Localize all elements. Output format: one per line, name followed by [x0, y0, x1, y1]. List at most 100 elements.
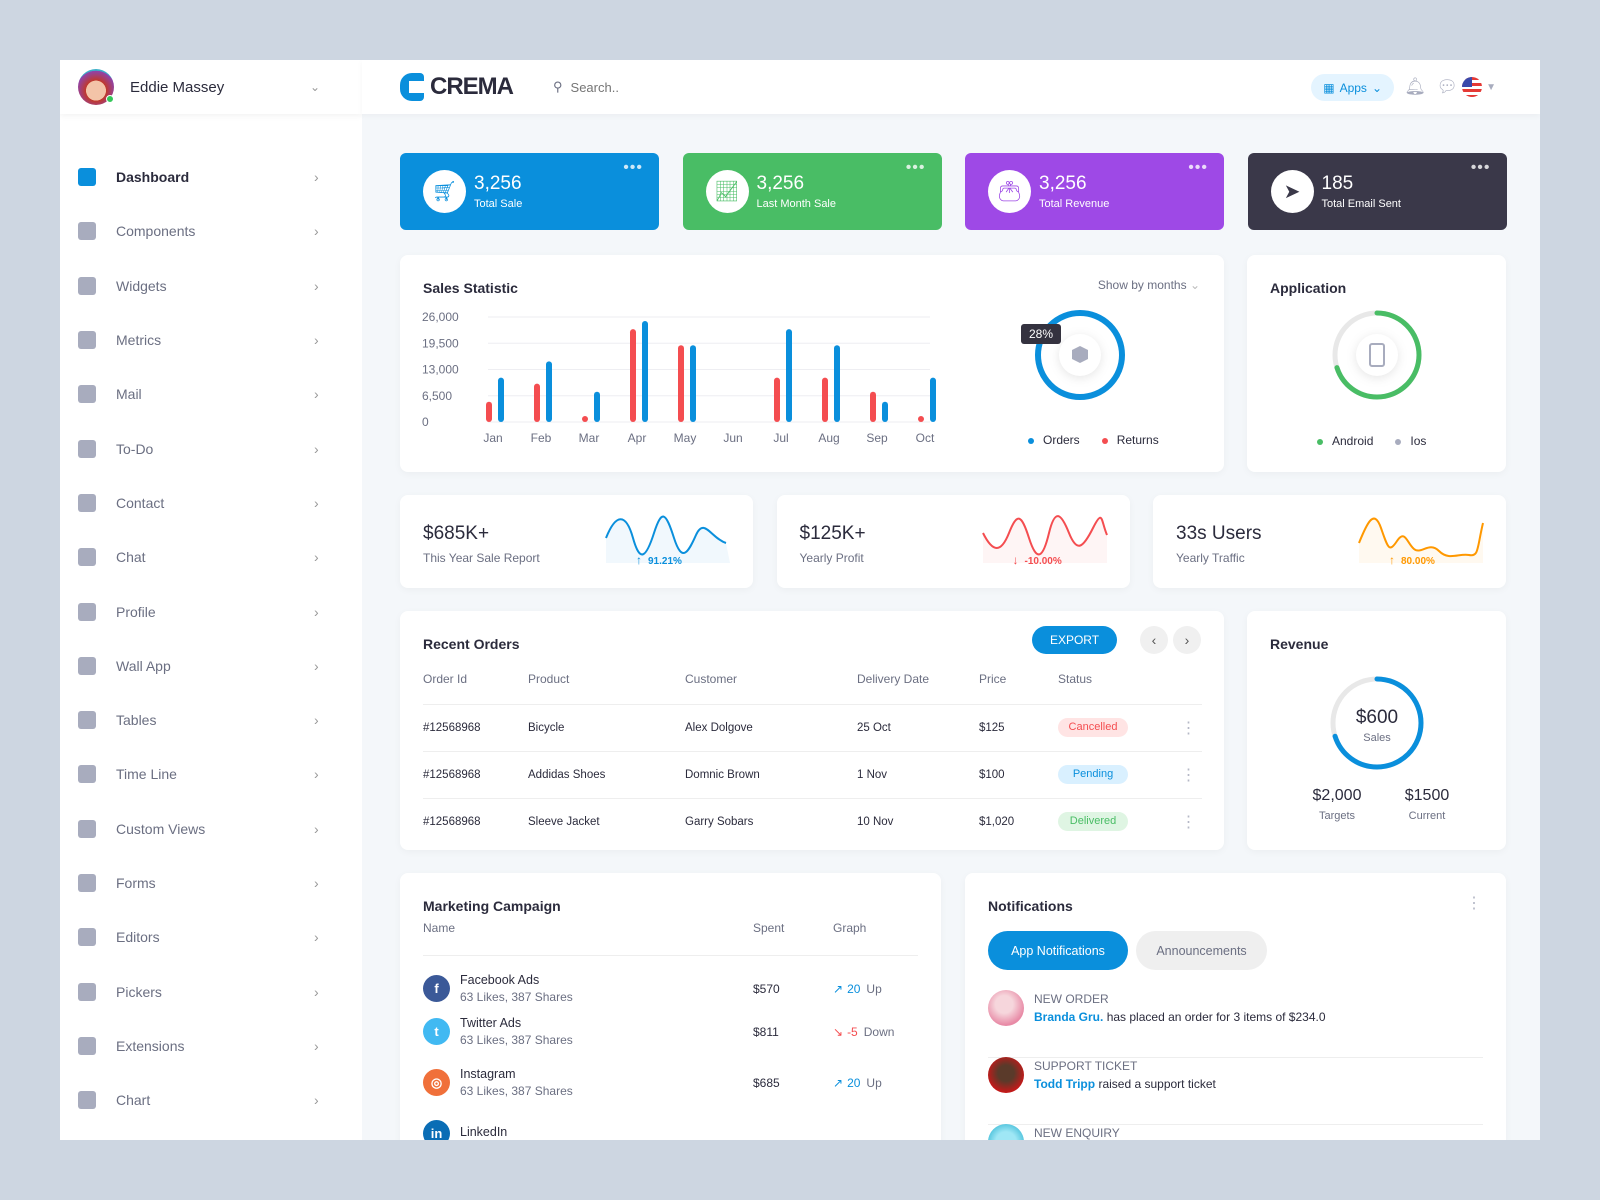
more-options-icon[interactable]: •••	[1471, 159, 1491, 177]
bar-returns-apr	[630, 329, 636, 422]
more-options-icon[interactable]: •••	[1188, 159, 1208, 177]
sidebar-item-dashboard[interactable]: Dashboard ›	[60, 150, 362, 204]
kpi-card[interactable]: 👛︎ 3,256 Total Revenue •••	[965, 153, 1224, 230]
notification-item[interactable]: NEW ORDER Branda Gru. has placed an order…	[988, 990, 1483, 1058]
sidebar-item-label: Forms	[116, 875, 156, 891]
sidebar-item-chat[interactable]: Chat ›	[60, 530, 362, 584]
sidebar-item-chart[interactable]: Chart ›	[60, 1073, 362, 1127]
campaign-cell: in LinkedIn	[423, 1108, 753, 1140]
wall-app-icon	[78, 656, 96, 675]
apps-button[interactable]: ▦ Apps ⌄	[1311, 74, 1394, 101]
sidebar-item-label: Metrics	[116, 332, 162, 349]
table-row[interactable]: #12568968 Bicycle Alex Dolgove 25 Oct $125 Ca…	[423, 704, 1202, 752]
trend-down-icon: ↘	[833, 1024, 844, 1039]
targets-value: $2,000	[1312, 787, 1362, 804]
sidebar-item-editors[interactable]: Editors ›	[60, 910, 362, 964]
legend-returns: Returns	[1101, 433, 1159, 447]
campaign-direction: Up	[866, 981, 882, 996]
kpi-card[interactable]: 📈︎ 3,256 Last Month Sale •••	[682, 153, 942, 230]
table-row[interactable]: in LinkedIn	[423, 1108, 918, 1140]
show-by-months-dropdown[interactable]: Show by months ⌄	[1098, 278, 1200, 292]
x-tick-label: May	[674, 431, 697, 445]
table-row[interactable]: f Facebook Ads 63 Likes, 387 Shares $570 ↗ 20…	[423, 955, 918, 1006]
brand-logo[interactable]: CREMA	[400, 73, 514, 101]
sidebar-item-wall-app[interactable]: Wall App ›	[60, 639, 362, 693]
table-row[interactable]: ◎ Instagram 63 Likes, 387 Shares $685 ↗ 20 Up	[423, 1057, 918, 1108]
row-menu-icon[interactable]: ⋮	[1175, 751, 1202, 799]
table-row[interactable]: #12568968 Addidas Shoes Domnic Brown 1 Nov $…	[423, 751, 1202, 799]
sidebar-item-custom-views[interactable]: Custom Views ›	[60, 802, 362, 856]
x-tick-label: Feb	[531, 431, 552, 445]
sidebar-item-time-line[interactable]: Time Line ›	[60, 747, 362, 801]
bell-icon[interactable]: 🔔︎	[1404, 77, 1426, 97]
sidebar-item-profile[interactable]: Profile ›	[60, 584, 362, 638]
sidebar-item-widgets[interactable]: Widgets ›	[60, 259, 362, 313]
column-header: Product	[528, 666, 685, 705]
row-menu-icon[interactable]: ⋮	[1175, 798, 1202, 845]
prev-page-button[interactable]: ‹	[1140, 626, 1168, 654]
sidebar-item-label: Wall App	[116, 657, 171, 674]
notification-user-link[interactable]: Todd Tripp	[1034, 1077, 1095, 1091]
status-badge: Delivered	[1058, 812, 1128, 832]
x-tick-label: Jun	[723, 431, 742, 445]
next-page-button[interactable]: ›	[1173, 626, 1201, 654]
table-row[interactable]: t Twitter Ads 63 Likes, 387 Shares $811 ↘ -5 D…	[423, 1006, 918, 1057]
card-title: Application	[1270, 280, 1347, 296]
column-header-actions	[1175, 666, 1202, 705]
notification-item[interactable]: NEW ENQUIRY	[988, 1124, 1483, 1140]
notifications-card: Notifications ⋮ App Notifications Announ…	[965, 873, 1506, 1140]
chat-bubbles-icon[interactable]: 💬︎	[1436, 77, 1458, 97]
sidebar-item-label: Dashboard	[116, 169, 190, 186]
tab-app-notifications[interactable]: App Notifications	[988, 931, 1128, 970]
kpi-card[interactable]: 🛒︎ 3,256 Total Sale •••	[400, 153, 659, 230]
card-title: Recent Orders	[423, 636, 520, 652]
sidebar-item-contact[interactable]: Contact ›	[60, 476, 362, 530]
chevron-right-icon: ›	[314, 277, 319, 294]
kpi-value: 185	[1321, 173, 1354, 194]
current-label: Current	[1408, 810, 1446, 822]
chevron-right-icon: ›	[314, 712, 319, 729]
bar-returns-sep	[870, 391, 876, 422]
sidebar-item-to-do[interactable]: To-Do ›	[60, 421, 362, 475]
chevron-right-icon: ›	[314, 603, 319, 620]
caret-down-icon[interactable]: ▼	[1486, 82, 1496, 93]
kpi-label: Total Revenue	[1039, 198, 1110, 210]
campaign-meta: 63 Likes, 387 Shares	[460, 1033, 573, 1047]
campaign-graph: ↘ -5 Down	[833, 1006, 918, 1057]
chevron-down-icon: ⌄	[1189, 278, 1200, 292]
chevron-down-icon[interactable]: ⌄	[310, 80, 320, 94]
table-cell: 1 Nov	[857, 751, 979, 799]
more-options-icon[interactable]: ⋮	[1466, 893, 1482, 913]
dropdown-value: Show by months	[1097, 278, 1187, 292]
chevron-right-icon: ›	[314, 223, 319, 240]
tab-announcements[interactable]: Announcements	[1136, 931, 1267, 970]
more-options-icon[interactable]: •••	[623, 159, 643, 177]
avatar	[78, 69, 114, 105]
more-options-icon[interactable]: •••	[906, 159, 926, 177]
sidebar-item-tables[interactable]: Tables ›	[60, 693, 362, 747]
sidebar-item-pickers[interactable]: Pickers ›	[60, 964, 362, 1018]
arrow-down-icon: ↓	[1012, 553, 1019, 567]
stat-change-value: 91.21%	[648, 556, 682, 567]
kpi-value: 3,256	[474, 173, 522, 194]
campaign-meta: 63 Likes, 387 Shares	[460, 1084, 573, 1098]
export-button[interactable]: EXPORT	[1032, 626, 1117, 654]
sidebar-item-mail[interactable]: Mail ›	[60, 367, 362, 421]
sidebar-item-metrics[interactable]: Metrics ›	[60, 313, 362, 367]
x-tick-label: Oct	[916, 431, 935, 445]
user-menu[interactable]: Eddie Massey ⌄	[60, 60, 362, 114]
sidebar-item-components[interactable]: Components ›	[60, 204, 362, 258]
table-row[interactable]: #12568968 Sleeve Jacket Garry Sobars 10 Nov…	[423, 798, 1202, 845]
notification-item[interactable]: SUPPORT TICKET Todd Tripp raised a suppor…	[988, 1057, 1483, 1125]
search-input[interactable]	[570, 79, 771, 95]
notification-user-link[interactable]: Branda Gru.	[1034, 1010, 1103, 1024]
kpi-card[interactable]: ➤ 185 Total Email Sent •••	[1247, 153, 1507, 230]
sidebar-item-forms[interactable]: Forms ›	[60, 856, 362, 910]
sidebar-item-label: Components	[116, 223, 196, 240]
kpi-text: 3,256 Total Revenue	[1039, 173, 1109, 210]
us-flag-icon[interactable]	[1462, 77, 1482, 97]
kpi-label: Total Sale	[474, 198, 523, 210]
row-menu-icon[interactable]: ⋮	[1175, 704, 1202, 752]
campaign-info: LinkedIn	[460, 1125, 507, 1140]
sidebar-item-extensions[interactable]: Extensions ›	[60, 1019, 362, 1073]
